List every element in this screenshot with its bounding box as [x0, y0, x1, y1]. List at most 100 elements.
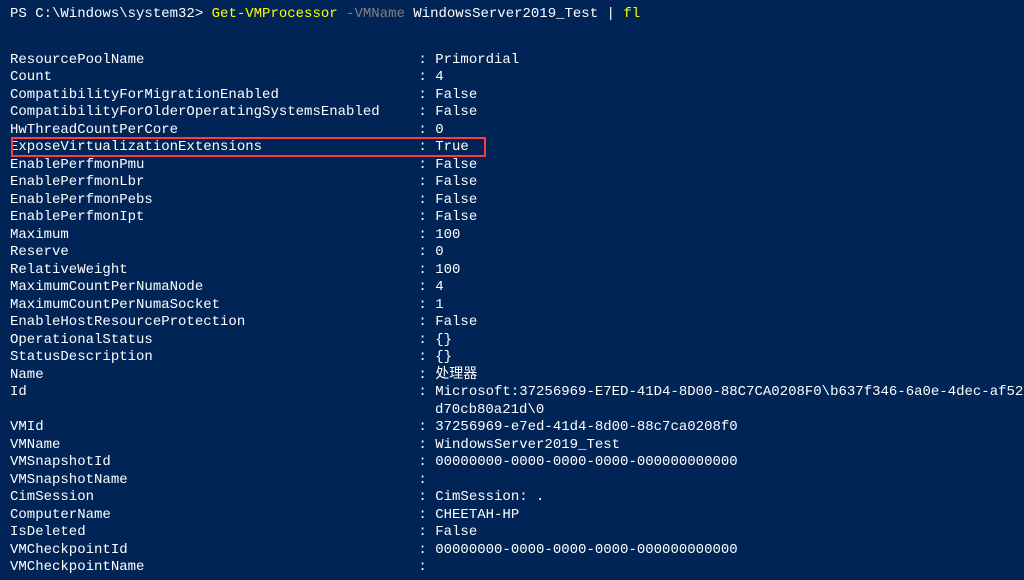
- property-key: CimSession: [10, 489, 410, 507]
- property-value: {}: [435, 349, 1014, 367]
- property-separator: :: [410, 209, 435, 227]
- cmdlet-name: Get-VMProcessor: [212, 6, 346, 22]
- property-value: False: [435, 192, 1014, 210]
- property-separator: :: [410, 367, 435, 385]
- output-row: CimSession : CimSession: .: [10, 489, 1014, 507]
- output-row: VMSnapshotName :: [10, 472, 1014, 490]
- output-row: MaximumCountPerNumaSocket : 1: [10, 297, 1014, 315]
- property-separator: :: [410, 262, 435, 280]
- property-value: [435, 472, 1014, 490]
- property-key: VMName: [10, 437, 410, 455]
- property-separator: :: [410, 279, 435, 297]
- property-separator: :: [410, 542, 435, 560]
- output-row: MaximumCountPerNumaNode : 4: [10, 279, 1014, 297]
- property-separator: :: [410, 419, 435, 437]
- property-separator: :: [410, 139, 435, 157]
- property-key: Count: [10, 69, 410, 87]
- property-separator: :: [410, 332, 435, 350]
- property-value: 0: [435, 244, 1014, 262]
- property-value: 37256969-e7ed-41d4-8d00-88c7ca0208f0: [435, 419, 1014, 437]
- property-key: EnablePerfmonPmu: [10, 157, 410, 175]
- output-row: Reserve : 0: [10, 244, 1014, 262]
- property-key: Reserve: [10, 244, 410, 262]
- property-value: True: [435, 139, 1014, 157]
- property-value: 00000000-0000-0000-0000-000000000000: [435, 542, 1014, 560]
- property-value: CHEETAH-HP: [435, 507, 1014, 525]
- property-separator: :: [410, 489, 435, 507]
- property-separator: :: [410, 157, 435, 175]
- output-row: RelativeWeight : 100: [10, 262, 1014, 280]
- property-key: VMSnapshotId: [10, 454, 410, 472]
- property-key: StatusDescription: [10, 349, 410, 367]
- property-separator: :: [410, 174, 435, 192]
- property-key: VMId: [10, 419, 410, 437]
- property-key: VMSnapshotName: [10, 472, 410, 490]
- property-value: False: [435, 157, 1014, 175]
- property-value: 处理器: [435, 367, 1014, 385]
- property-key: Maximum: [10, 227, 410, 245]
- property-value: Primordial: [435, 52, 1014, 70]
- output-row: EnableHostResourceProtection : False: [10, 314, 1014, 332]
- property-key: ComputerName: [10, 507, 410, 525]
- property-key: MaximumCountPerNumaSocket: [10, 297, 410, 315]
- property-separator: :: [410, 227, 435, 245]
- property-separator: :: [410, 524, 435, 542]
- property-key: VMCheckpointName: [10, 559, 410, 577]
- output-row: CompatibilityForMigrationEnabled : False: [10, 87, 1014, 105]
- property-separator: :: [410, 69, 435, 87]
- property-key: EnablePerfmonPebs: [10, 192, 410, 210]
- property-separator: :: [410, 507, 435, 525]
- property-value: False: [435, 314, 1014, 332]
- property-value: False: [435, 174, 1014, 192]
- format-list-cmdlet: fl: [623, 6, 640, 22]
- output-row: ComputerName : CHEETAH-HP: [10, 507, 1014, 525]
- property-key: ResourcePoolName: [10, 52, 410, 70]
- property-value: False: [435, 524, 1014, 542]
- property-value: WindowsServer2019_Test: [435, 437, 1014, 455]
- param-name: -VMName: [346, 6, 413, 22]
- property-key: Id: [10, 384, 410, 402]
- output-row-continuation: d70cb80a21d\0: [10, 402, 1014, 420]
- output-row: IsDeleted : False: [10, 524, 1014, 542]
- command-prompt-line[interactable]: PS C:\Windows\system32> Get-VMProcessor …: [10, 6, 1014, 24]
- property-key: CompatibilityForMigrationEnabled: [10, 87, 410, 105]
- ps-prompt: PS C:\Windows\system32>: [10, 6, 212, 22]
- param-arg: WindowsServer2019_Test: [413, 6, 606, 22]
- property-value: 1: [435, 297, 1014, 315]
- property-value: False: [435, 209, 1014, 227]
- property-value: False: [435, 87, 1014, 105]
- property-value: 4: [435, 69, 1014, 87]
- property-value: 4: [435, 279, 1014, 297]
- pipe-symbol: |: [607, 6, 624, 22]
- property-separator: :: [410, 384, 435, 402]
- property-value: 0: [435, 122, 1014, 140]
- output-row: VMSnapshotId : 00000000-0000-0000-0000-0…: [10, 454, 1014, 472]
- property-separator: :: [410, 349, 435, 367]
- property-value-continuation: d70cb80a21d\0: [10, 402, 544, 420]
- output-container: ResourcePoolName : PrimordialCount : 4Co…: [10, 52, 1014, 577]
- property-key: Name: [10, 367, 410, 385]
- output-row: Maximum : 100: [10, 227, 1014, 245]
- output-row: EnablePerfmonLbr : False: [10, 174, 1014, 192]
- property-separator: :: [410, 437, 435, 455]
- property-separator: :: [410, 297, 435, 315]
- output-row: EnablePerfmonIpt : False: [10, 209, 1014, 227]
- property-key: HwThreadCountPerCore: [10, 122, 410, 140]
- property-separator: :: [410, 314, 435, 332]
- property-separator: :: [410, 454, 435, 472]
- property-separator: :: [410, 104, 435, 122]
- property-value: 100: [435, 262, 1014, 280]
- property-key: IsDeleted: [10, 524, 410, 542]
- property-key: EnablePerfmonLbr: [10, 174, 410, 192]
- property-separator: :: [410, 559, 435, 577]
- output-row: Count : 4: [10, 69, 1014, 87]
- output-row: VMName : WindowsServer2019_Test: [10, 437, 1014, 455]
- property-value: 00000000-0000-0000-0000-000000000000: [435, 454, 1014, 472]
- property-separator: :: [410, 472, 435, 490]
- property-value: [435, 559, 1014, 577]
- property-separator: :: [410, 87, 435, 105]
- output-row: VMCheckpointName :: [10, 559, 1014, 577]
- output-row: StatusDescription : {}: [10, 349, 1014, 367]
- output-row: EnablePerfmonPebs : False: [10, 192, 1014, 210]
- property-separator: :: [410, 52, 435, 70]
